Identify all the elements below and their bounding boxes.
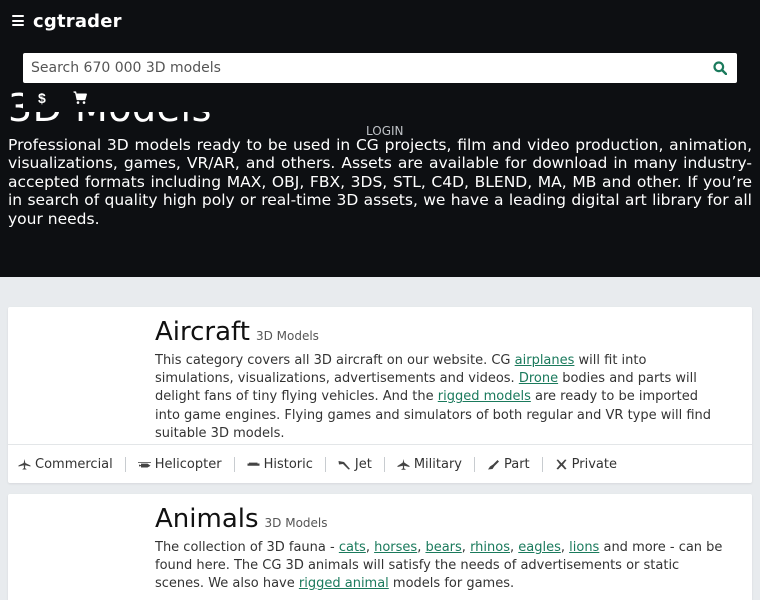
tag-military[interactable]: Military [397, 457, 462, 472]
jet-icon [338, 460, 350, 469]
desc-text: , [560, 540, 570, 555]
subcategory-tags: Commercial Helicopter Historic Jet Milit… [8, 444, 752, 483]
tag-label: Jet [354, 456, 372, 472]
link-lions[interactable]: lions [569, 540, 599, 555]
currency-button[interactable]: $ [38, 90, 46, 106]
link-rigged-models[interactable]: rigged models [438, 389, 531, 404]
tag-jet[interactable]: Jet [338, 457, 372, 472]
desc-text: This category covers all 3D aircraft on … [155, 353, 515, 368]
tag-part[interactable]: Part [487, 457, 530, 472]
tag-divider [233, 456, 235, 472]
desc-text: The collection of 3D fauna - [155, 540, 339, 555]
search-bar [23, 53, 737, 83]
category-title: Animals 3D Models [155, 504, 328, 534]
tag-label: Historic [263, 456, 313, 472]
link-drone[interactable]: Drone [519, 371, 558, 386]
link-bears[interactable]: bears [425, 540, 461, 555]
category-description: The collection of 3D fauna - cats, horse… [155, 539, 725, 594]
link-rhinos[interactable]: rhinos [470, 540, 510, 555]
category-description: This category covers all 3D aircraft on … [155, 352, 725, 443]
tag-label: Commercial [35, 456, 113, 472]
top-bar: cgtrader [0, 0, 760, 46]
cart-icon[interactable] [73, 91, 87, 105]
search-input[interactable] [23, 53, 713, 83]
tag-divider [124, 456, 126, 472]
tag-commercial[interactable]: Commercial [18, 457, 113, 472]
category-subtitle: 3D Models [255, 329, 319, 343]
helicopter-icon [137, 461, 151, 467]
search-icon[interactable] [713, 61, 727, 75]
desc-text: , [461, 540, 471, 555]
historic-plane-icon [247, 462, 260, 466]
link-airplanes[interactable]: airplanes [515, 353, 575, 368]
tag-divider [541, 456, 543, 472]
category-title-link[interactable]: Animals [155, 504, 259, 534]
hero-description: Professional 3D models ready to be used … [8, 136, 752, 228]
tag-label: Military [413, 456, 462, 472]
link-horses[interactable]: horses [374, 540, 417, 555]
tag-divider [383, 456, 385, 472]
category-title-link[interactable]: Aircraft [155, 317, 250, 347]
tag-label: Private [571, 456, 617, 472]
link-eagles[interactable]: eagles [518, 540, 561, 555]
category-card-aircraft: Aircraft 3D Models This category covers a… [8, 307, 752, 483]
category-title: Aircraft 3D Models [155, 317, 319, 347]
category-subtitle: 3D Models [264, 516, 328, 530]
tag-helicopter[interactable]: Helicopter [137, 456, 222, 472]
private-plane-icon [556, 459, 567, 469]
account-bar: $ [23, 84, 737, 112]
category-card-animals: Animals 3D Models The collection of 3D fa… [8, 494, 752, 600]
tag-private[interactable]: Private [555, 457, 617, 472]
login-link[interactable]: LOGIN [366, 124, 404, 138]
part-icon [487, 459, 499, 469]
tag-divider [473, 456, 475, 472]
desc-text: , [365, 540, 375, 555]
link-cats[interactable]: cats [339, 540, 366, 555]
military-plane-icon [397, 458, 410, 470]
tag-label: Helicopter [154, 456, 222, 472]
tag-historic[interactable]: Historic [247, 457, 313, 472]
commercial-plane-icon [18, 458, 31, 469]
desc-text: models for games. [388, 576, 515, 592]
hamburger-menu-icon[interactable] [12, 15, 24, 26]
tag-label: Part [503, 456, 530, 472]
logo[interactable]: cgtrader [33, 11, 122, 32]
tag-divider [324, 456, 326, 472]
link-rigged-animal[interactable]: rigged animal [299, 576, 389, 591]
